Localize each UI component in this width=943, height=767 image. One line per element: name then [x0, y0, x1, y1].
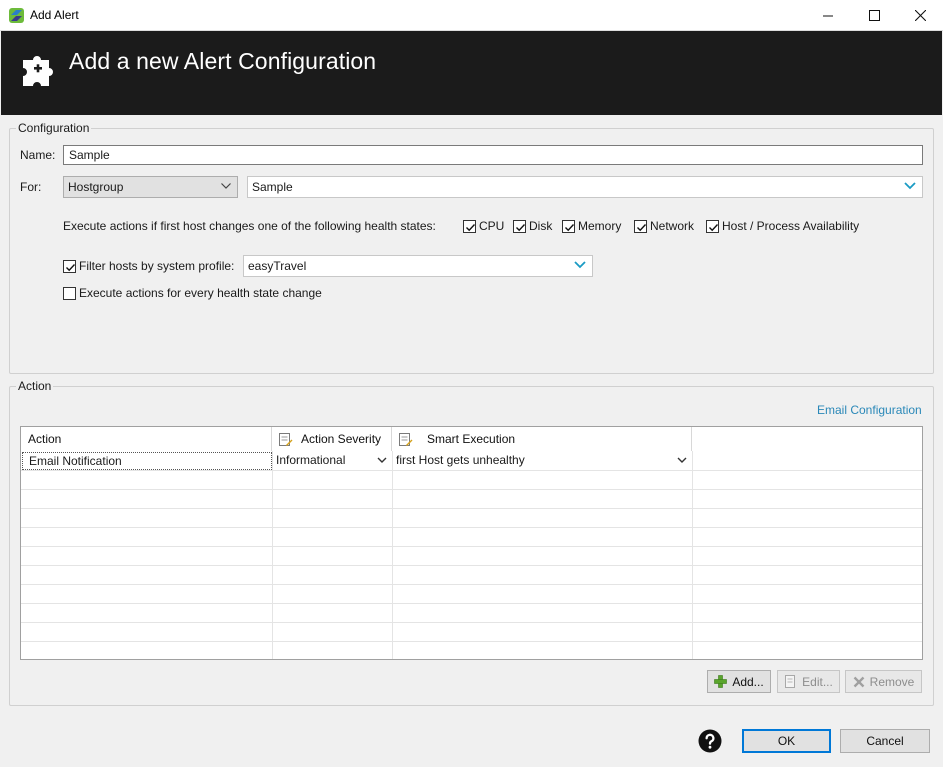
smart-execution-value: first Host gets unhealthy	[396, 453, 525, 467]
every-health-change-checkbox[interactable]: Execute actions for every health state c…	[63, 286, 322, 300]
checkbox-checked-icon	[706, 219, 719, 233]
checkbox-checked-icon	[562, 219, 575, 233]
disk-checkbox[interactable]: Disk	[513, 219, 552, 233]
plus-icon	[714, 675, 728, 688]
help-button[interactable]	[698, 729, 722, 753]
smart-execution-select[interactable]: first Host gets unhealthy	[393, 451, 692, 470]
add-action-button[interactable]: Add...	[707, 670, 771, 693]
chevron-down-icon	[574, 261, 586, 269]
system-profile-value: easyTravel	[248, 259, 307, 273]
memory-label: Memory	[578, 219, 622, 233]
checkbox-unchecked-icon	[63, 286, 76, 300]
edit-note-icon	[279, 432, 293, 446]
column-divider	[272, 451, 273, 659]
health-states-prompt: Execute actions if first host changes on…	[63, 219, 436, 233]
name-input[interactable]: Sample	[63, 145, 923, 165]
action-table: Action Action Severity Smart Execution E…	[20, 426, 923, 660]
filter-hosts-checkbox[interactable]: Filter hosts by system profile:	[63, 259, 234, 273]
host-process-availability-label: Host / Process Availability	[722, 219, 860, 233]
row-divider	[21, 508, 922, 509]
column-header-action[interactable]: Action	[21, 427, 272, 451]
filter-hosts-label: Filter hosts by system profile:	[79, 259, 235, 273]
checkbox-checked-icon	[63, 259, 76, 273]
name-label: Name:	[20, 148, 56, 162]
chevron-down-icon	[377, 457, 387, 463]
memory-checkbox[interactable]: Memory	[562, 219, 621, 233]
app-logo-icon	[9, 8, 24, 23]
configuration-group-label: Configuration	[16, 121, 92, 135]
window-title: Add Alert	[30, 8, 79, 22]
cpu-label: CPU	[479, 219, 505, 233]
question-icon	[698, 729, 722, 753]
network-checkbox[interactable]: Network	[634, 219, 694, 233]
row-divider	[21, 489, 922, 490]
every-health-change-label: Execute actions for every health state c…	[79, 286, 322, 300]
cpu-checkbox[interactable]: CPU	[463, 219, 504, 233]
remove-x-icon	[853, 676, 865, 687]
column-divider	[692, 451, 693, 659]
row-divider	[21, 470, 922, 471]
minimize-icon	[823, 15, 833, 16]
maximize-button[interactable]	[851, 0, 897, 31]
row-divider	[21, 527, 922, 528]
host-process-availability-checkbox[interactable]: Host / Process Availability	[706, 219, 859, 233]
smart-execution-header-label: Smart Execution	[427, 432, 516, 446]
maximize-icon	[868, 10, 880, 21]
row-divider	[21, 565, 922, 566]
action-group-label: Action	[16, 379, 54, 393]
chevron-down-icon	[221, 183, 231, 189]
checkbox-checked-icon	[463, 219, 476, 233]
puzzle-plus-icon	[21, 52, 57, 88]
column-header-action-severity[interactable]: Action Severity	[272, 427, 392, 451]
for-type-value: Hostgroup	[68, 180, 124, 194]
chevron-down-icon	[904, 182, 916, 190]
edit-action-button[interactable]: Edit...	[777, 670, 840, 693]
row-divider	[21, 622, 922, 623]
minimize-button[interactable]	[805, 0, 851, 31]
severity-select[interactable]: Informational	[273, 451, 392, 470]
action-severity-header-label: Action Severity	[301, 432, 382, 446]
row-divider	[21, 603, 922, 604]
system-profile-select[interactable]: easyTravel	[243, 255, 593, 277]
close-icon	[914, 10, 926, 21]
add-action-label: Add...	[732, 674, 764, 689]
for-label: For:	[20, 180, 42, 194]
network-label: Network	[650, 219, 695, 233]
for-value-text: Sample	[252, 180, 293, 194]
close-button[interactable]	[897, 0, 943, 31]
edit-note-icon	[399, 432, 413, 446]
checkbox-checked-icon	[634, 219, 647, 233]
edit-document-icon	[785, 675, 796, 688]
severity-value: Informational	[276, 453, 346, 467]
column-header-smart-execution[interactable]: Smart Execution	[392, 427, 692, 451]
email-configuration-link[interactable]: Email Configuration	[817, 403, 922, 417]
page-title: Add a new Alert Configuration	[69, 48, 377, 74]
table-row-action-cell[interactable]: Email Notification	[22, 452, 272, 470]
remove-action-button[interactable]: Remove	[845, 670, 922, 693]
column-divider	[392, 451, 393, 659]
for-type-select[interactable]: Hostgroup	[63, 176, 238, 198]
row-divider	[21, 584, 922, 585]
chevron-down-icon	[677, 457, 687, 463]
disk-label: Disk	[529, 219, 553, 233]
checkbox-checked-icon	[513, 219, 526, 233]
row-divider	[21, 641, 922, 642]
row-divider	[21, 546, 922, 547]
title-bar	[0, 0, 943, 31]
edit-action-label: Edit...	[802, 674, 833, 689]
remove-action-label: Remove	[869, 674, 915, 689]
for-value-select[interactable]: Sample	[247, 176, 923, 198]
ok-button[interactable]: OK	[742, 729, 831, 753]
cancel-button[interactable]: Cancel	[840, 729, 930, 753]
